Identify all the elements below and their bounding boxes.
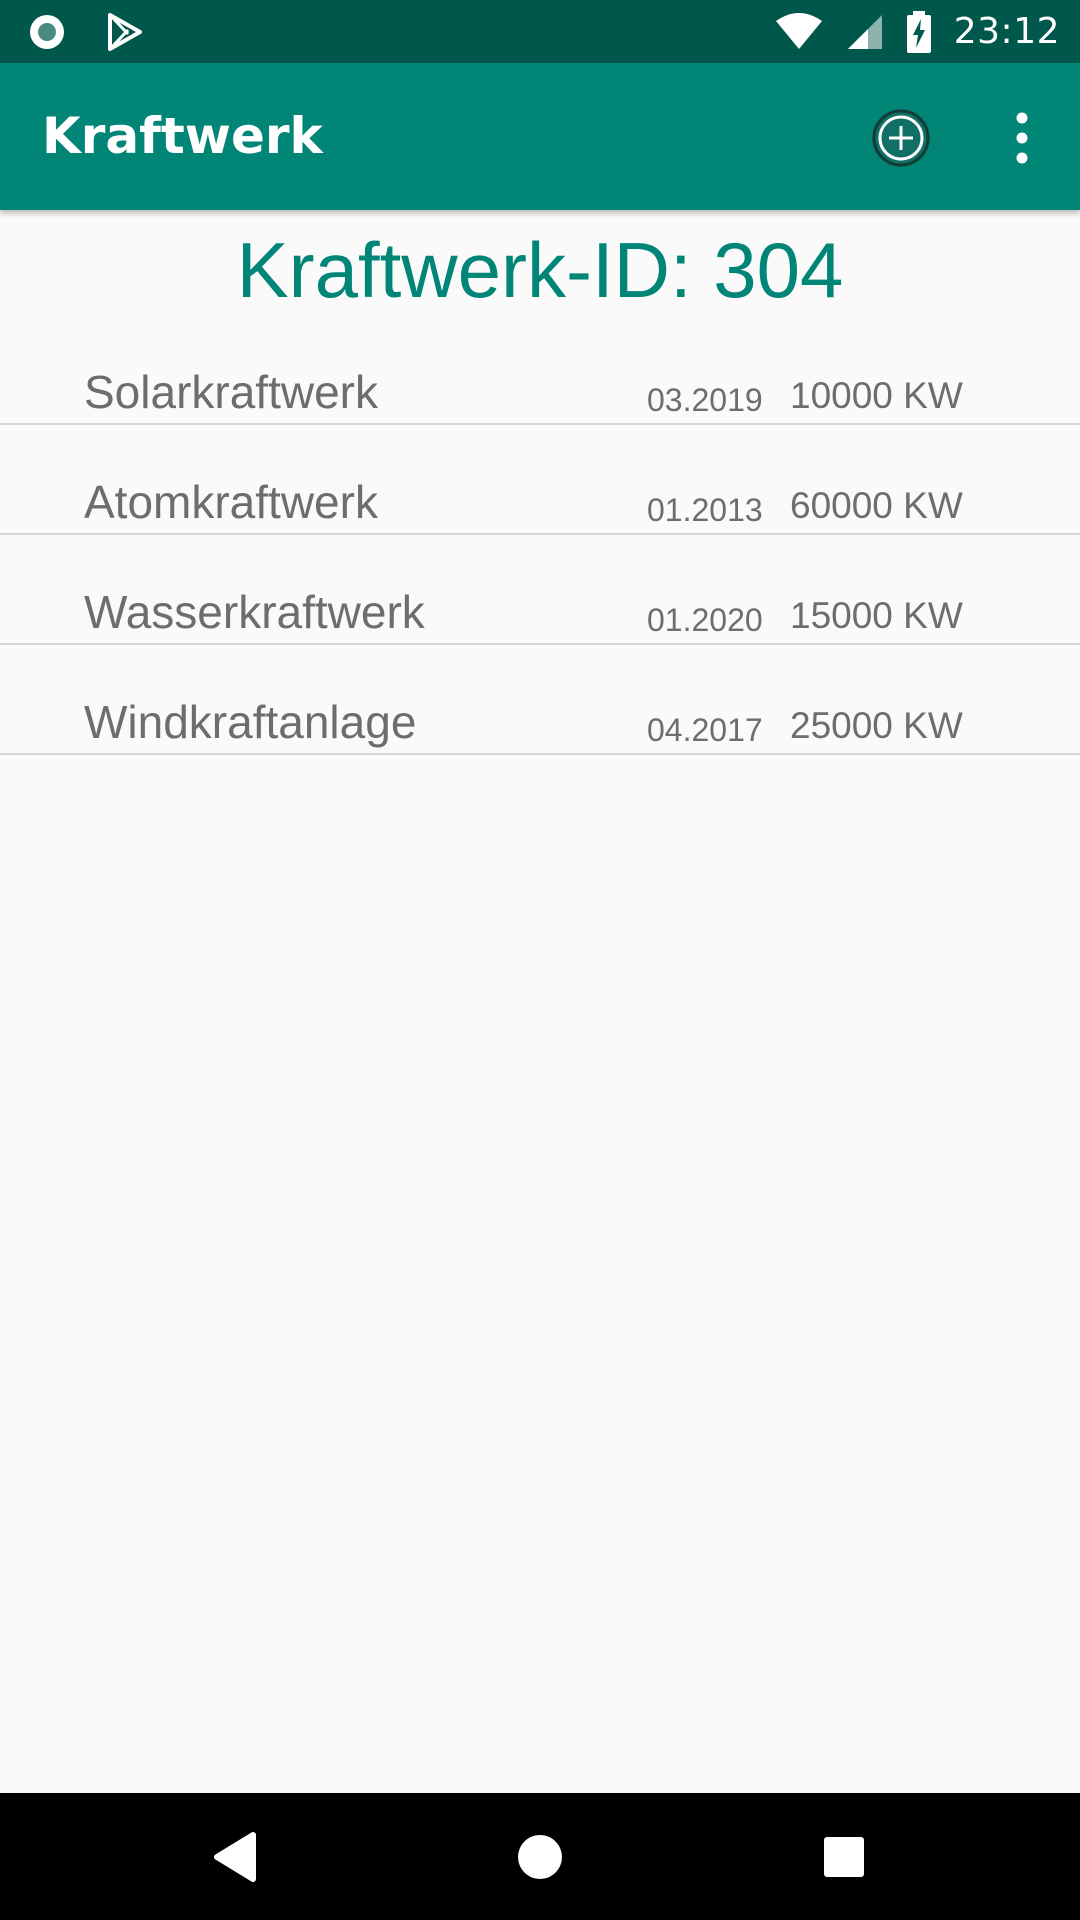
plant-name: Wasserkraftwerk: [84, 586, 425, 638]
more-vert-icon[interactable]: [1000, 103, 1044, 173]
status-right-icons: 23:12: [774, 0, 1060, 63]
play-store-icon: [108, 12, 142, 51]
record-icon: [30, 14, 64, 49]
plant-name: Windkraftanlage: [84, 696, 417, 748]
status-bar: 23:12: [0, 0, 1080, 63]
plant-power: 25000 KW: [790, 705, 963, 746]
page-title: Kraftwerk-ID: 304: [236, 226, 844, 314]
plant-name: Solarkraftwerk: [84, 366, 378, 418]
plant-power: 60000 KW: [790, 485, 963, 526]
plant-date: 04.2017: [647, 712, 763, 748]
list-item[interactable]: Windkraftanlage 04.2017 25000 KW: [0, 645, 1080, 755]
app-bar: Kraftwerk: [0, 63, 1080, 210]
list-item[interactable]: Atomkraftwerk 01.2013 60000 KW: [0, 425, 1080, 535]
status-left-icons: [28, 0, 144, 63]
plant-power: 15000 KW: [790, 595, 963, 636]
wifi-icon: [775, 12, 822, 49]
battery-charging-icon: [906, 10, 931, 53]
plant-date: 03.2019: [647, 382, 763, 418]
back-icon[interactable]: [199, 1821, 271, 1893]
list-item[interactable]: Solarkraftwerk 03.2019 10000 KW: [0, 315, 1080, 425]
status-time: 23:12: [953, 11, 1060, 52]
plant-date: 01.2013: [647, 492, 763, 528]
list-item[interactable]: Wasserkraftwerk 01.2020 15000 KW: [0, 535, 1080, 645]
home-icon[interactable]: [504, 1821, 576, 1893]
navigation-bar: [0, 1793, 1080, 1920]
plant-name: Atomkraftwerk: [84, 476, 378, 528]
app-title: Kraftwerk: [42, 107, 323, 165]
signal-icon: [847, 14, 882, 49]
plant-date: 01.2020: [647, 602, 763, 638]
add-circle-icon[interactable]: [870, 107, 932, 169]
plant-power: 10000 KW: [790, 375, 963, 416]
recents-icon[interactable]: [808, 1821, 880, 1893]
plant-list: Solarkraftwerk 03.2019 10000 KW Atomkraf…: [0, 315, 1080, 755]
